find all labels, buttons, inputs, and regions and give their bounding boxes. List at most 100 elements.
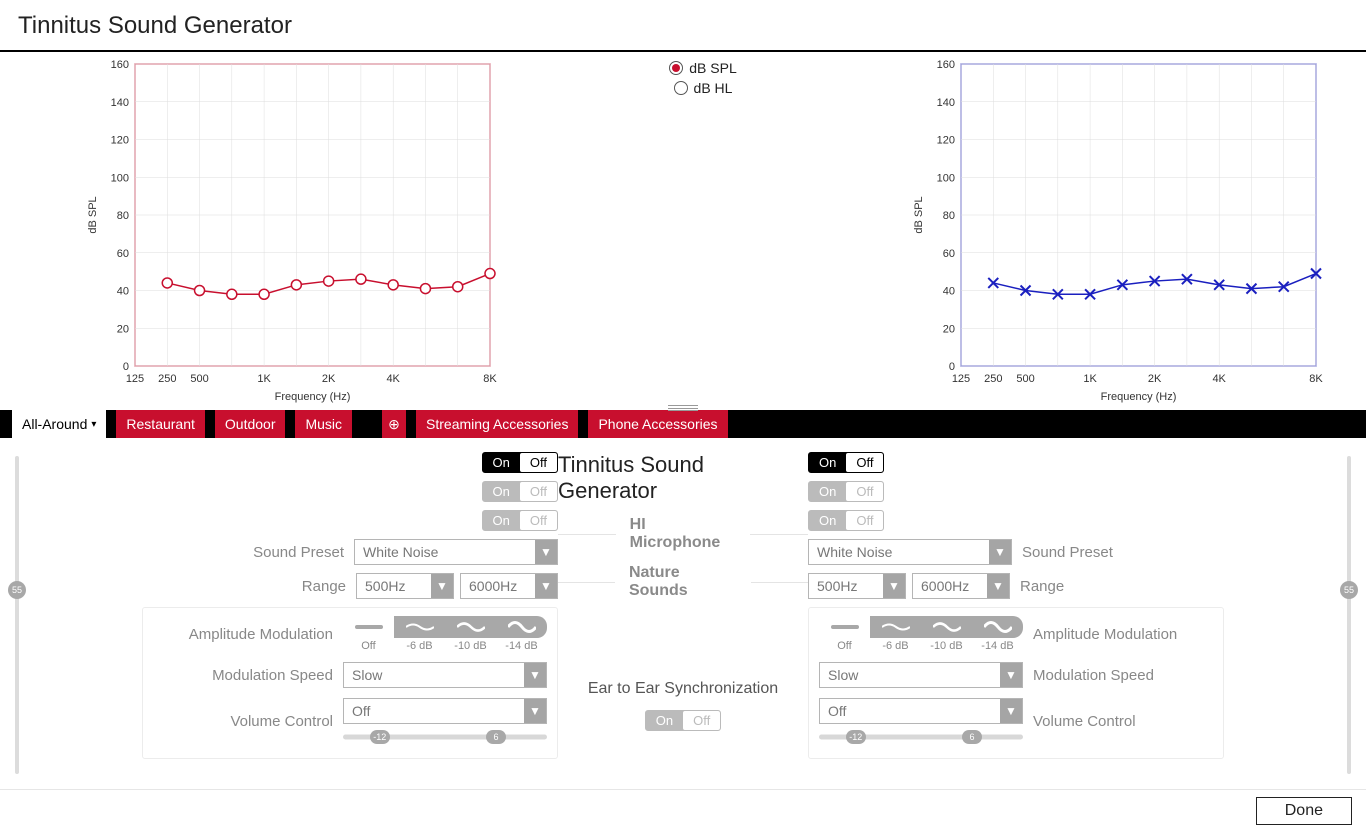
radio-db-hl[interactable]: dB HL [674, 80, 733, 96]
amp-mod-label: Amplitude Modulation [1033, 626, 1213, 643]
range-high-select-left[interactable]: 6000Hz ▼ [460, 573, 558, 599]
charts-row: 0204060801001201401601252505001K2K4K8KFr… [0, 52, 1366, 410]
amp-cap: -6 dB [406, 640, 432, 652]
drag-handle-icon[interactable] [668, 405, 698, 411]
range-low-select-left[interactable]: 500Hz ▼ [356, 573, 454, 599]
range-low-select-right[interactable]: 500Hz ▼ [808, 573, 906, 599]
modulation-card-left: Amplitude Modulation Off -6 dB -10 dB -1… [142, 607, 558, 759]
select-value: Off [352, 703, 370, 719]
tab-all-around[interactable]: All-Around ▾ [12, 410, 106, 438]
svg-text:dB SPL: dB SPL [913, 196, 925, 233]
vol-ctrl-select-left[interactable]: Off ▼ [343, 698, 547, 724]
slider-thumb-low[interactable]: -12 [370, 730, 390, 744]
radio-dot-icon [674, 81, 688, 95]
chevron-down-icon: ▼ [883, 574, 905, 598]
vol-range-slider-right[interactable]: -12 6 [819, 730, 1023, 744]
svg-text:120: 120 [937, 135, 955, 147]
tab-phone-accessories[interactable]: Phone Accessories [588, 410, 727, 438]
svg-text:160: 160 [937, 59, 955, 71]
amp-mod-group-right: Off -6 dB -10 dB -14 dB [819, 616, 1023, 652]
done-button[interactable]: Done [1256, 797, 1352, 825]
amp-cap: -14 dB [981, 640, 1013, 652]
svg-text:4K: 4K [386, 373, 400, 385]
slider-thumb-high[interactable]: 6 [962, 730, 982, 744]
slider-thumb[interactable]: 55 [8, 581, 26, 599]
svg-text:250: 250 [984, 373, 1002, 385]
amp-cap: Off [361, 640, 375, 652]
vol-ctrl-select-right[interactable]: Off ▼ [819, 698, 1023, 724]
add-program-button[interactable]: ⊕ [382, 410, 406, 438]
hi-mic-toggle-left[interactable]: On Off [482, 481, 558, 502]
volume-slider-far-left[interactable]: 55 [6, 452, 28, 778]
nature-toggle-left[interactable]: On Off [482, 510, 558, 531]
chevron-down-icon: ▼ [524, 699, 546, 723]
sound-preset-select-left[interactable]: White Noise ▼ [354, 539, 558, 565]
mod-speed-label: Modulation Speed [1033, 667, 1213, 684]
tsg-toggle-left[interactable]: On Off [482, 452, 558, 473]
amp-cap: Off [837, 640, 851, 652]
select-value: White Noise [363, 544, 438, 560]
radio-dot-icon [669, 61, 683, 75]
amp-cap: -10 dB [454, 640, 486, 652]
chevron-down-icon: ▼ [535, 540, 557, 564]
amp-mod-off[interactable] [343, 616, 394, 638]
tab-restaurant[interactable]: Restaurant [116, 410, 204, 438]
amp-mod-10db[interactable] [921, 616, 972, 638]
on-label: On [483, 482, 520, 501]
center-column: Tinnitus Sound Generator HI Microphone N… [558, 452, 808, 778]
e2e-sync-title: Ear to Ear Synchronization [588, 680, 778, 698]
amp-mod-off[interactable] [819, 616, 870, 638]
tab-music[interactable]: Music [295, 410, 352, 438]
modulation-card-right: Amplitude Modulation Off -6 dB -10 dB -1… [808, 607, 1224, 759]
radio-label: dB SPL [689, 60, 736, 76]
off-label: Off [520, 453, 557, 472]
plus-icon: ⊕ [388, 416, 400, 433]
nature-toggle-right[interactable]: On Off [808, 510, 884, 531]
svg-text:8K: 8K [483, 373, 497, 385]
amp-mod-14db[interactable] [496, 616, 547, 638]
tsg-toggle-right[interactable]: On Off [808, 452, 884, 473]
amp-mod-label: Amplitude Modulation [153, 626, 333, 643]
on-label: On [646, 711, 683, 730]
svg-text:100: 100 [937, 172, 955, 184]
amp-mod-6db[interactable] [870, 616, 921, 638]
mod-speed-select-right[interactable]: Slow ▼ [819, 662, 1023, 688]
svg-text:2K: 2K [322, 373, 336, 385]
svg-text:0: 0 [949, 361, 955, 373]
tab-outdoor[interactable]: Outdoor [215, 410, 286, 438]
svg-text:125: 125 [126, 373, 144, 385]
range-high-select-right[interactable]: 6000Hz ▼ [912, 573, 1010, 599]
off-label: Off [520, 511, 557, 530]
chart-left: 0204060801001201401601252505001K2K4K8KFr… [80, 56, 500, 406]
amp-mod-10db[interactable] [445, 616, 496, 638]
slider-thumb[interactable]: 55 [1340, 581, 1358, 599]
footer: Done [0, 789, 1366, 831]
svg-text:Frequency (Hz): Frequency (Hz) [275, 391, 351, 403]
tab-label: Phone Accessories [598, 416, 717, 432]
select-value: 6000Hz [921, 578, 969, 594]
vol-range-slider-left[interactable]: -12 6 [343, 730, 547, 744]
select-value: White Noise [817, 544, 892, 560]
select-value: Off [828, 703, 846, 719]
volume-slider-far-right[interactable]: 55 [1338, 452, 1360, 778]
e2e-sync-toggle[interactable]: On Off [645, 710, 721, 731]
svg-text:8K: 8K [1309, 373, 1323, 385]
sound-preset-select-right[interactable]: White Noise ▼ [808, 539, 1012, 565]
amp-mod-14db[interactable] [972, 616, 1023, 638]
amp-mod-6db[interactable] [394, 616, 445, 638]
radio-db-spl[interactable]: dB SPL [669, 60, 736, 76]
tab-streaming-accessories[interactable]: Streaming Accessories [416, 410, 578, 438]
svg-text:40: 40 [117, 286, 129, 298]
slider-thumb-high[interactable]: 6 [486, 730, 506, 744]
svg-text:80: 80 [943, 210, 955, 222]
chevron-down-icon: ▼ [535, 574, 557, 598]
mod-speed-select-left[interactable]: Slow ▼ [343, 662, 547, 688]
range-label: Range [1020, 578, 1200, 595]
sound-preset-label: Sound Preset [1022, 544, 1202, 561]
hi-mic-toggle-right[interactable]: On Off [808, 481, 884, 502]
amp-cap: -6 dB [882, 640, 908, 652]
off-label: Off [683, 711, 720, 730]
svg-text:120: 120 [111, 135, 129, 147]
off-label: Off [846, 482, 883, 501]
slider-thumb-low[interactable]: -12 [846, 730, 866, 744]
